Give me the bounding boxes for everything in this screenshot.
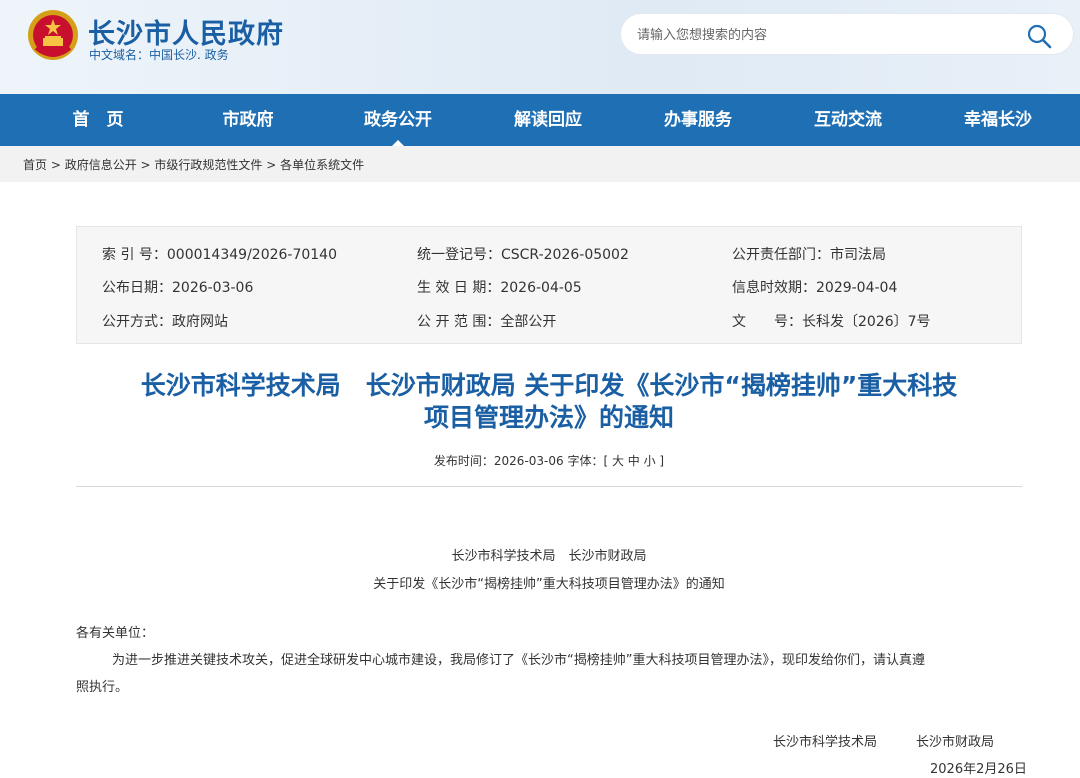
issuers-line: 长沙市科学技术局 长沙市财政局 — [451, 549, 647, 564]
subject-line: 关于印发《长沙市“揭榜挂帅”重大科技项目管理办法》的通知 — [373, 577, 725, 592]
breadcrumb-home[interactable]: 首页 — [23, 158, 47, 172]
signature-issuers: 长沙市科学技术局 长沙市财政局 — [773, 735, 995, 750]
meta-publish-date: 公布日期：2026-03-06 — [102, 280, 254, 296]
nav-item-services[interactable]: 办事服务 — [638, 94, 758, 146]
breadcrumb-normative-docs[interactable]: 市级行政规范性文件 — [154, 158, 262, 172]
document-title-line-2: 项目管理办法》的通知 — [423, 403, 674, 432]
breadcrumb-gov-info[interactable]: 政府信息公开 — [65, 158, 137, 172]
breadcrumb: 首页 > 政府信息公开 > 市级行政规范性文件 > 各单位系统文件 — [0, 146, 1080, 182]
title-divider — [76, 486, 1022, 487]
nav-item-interpretation[interactable]: 解读回应 — [488, 94, 608, 146]
meta-document-number: 文 号：长科发〔2026〕7号 — [732, 314, 931, 330]
nav-item-home[interactable]: 首 页 — [38, 94, 158, 146]
meta-index-number: 索 引 号：000014349/2026-70140 — [102, 247, 337, 263]
meta-effective-date: 生 效 日 期：2026-04-05 — [417, 280, 582, 296]
meta-unified-number: 统一登记号：CSCR-2026-05002 — [417, 247, 629, 263]
search-input[interactable] — [637, 24, 1017, 46]
document-title-line-1: 长沙市科学技术局 长沙市财政局 关于印发《长沙市“揭榜挂帅”重大科技 — [140, 371, 958, 400]
search-icon[interactable] — [1025, 22, 1053, 50]
site-header: 长沙市人民政府 中文域名：中国长沙. 政务 — [0, 0, 1080, 94]
national-emblem-icon[interactable] — [26, 8, 80, 62]
nav-item-happy-changsha[interactable]: 幸福长沙 — [938, 94, 1058, 146]
main-nav: 首 页 市政府 政务公开 解读回应 办事服务 互动交流 幸福长沙 — [0, 94, 1080, 146]
nav-item-interaction[interactable]: 互动交流 — [788, 94, 908, 146]
document-meta-box: 索 引 号：000014349/2026-70140 统一登记号：CSCR-20… — [76, 226, 1022, 344]
nav-item-city-government[interactable]: 市政府 — [188, 94, 308, 146]
domain-line: 中文域名：中国长沙. 政务 — [89, 48, 229, 62]
signature-date: 2026年2月26日 — [930, 762, 1027, 777]
breadcrumb-unit-docs[interactable]: 各单位系统文件 — [280, 158, 364, 172]
search-box — [620, 13, 1074, 55]
document-title: 长沙市科学技术局 长沙市财政局 关于印发《长沙市“揭榜挂帅”重大科技 项目管理办… — [76, 370, 1022, 434]
paragraph-line-1: 为进一步推进关键技术攻关，促进全球研发中心城市建设，我局修订了《长沙市“揭榜挂帅… — [112, 653, 925, 668]
breadcrumb-separator: > — [262, 158, 281, 172]
salutation: 各有关单位： — [76, 626, 155, 641]
meta-expire-date: 信息时效期：2029-04-04 — [732, 280, 898, 296]
nav-item-government-affairs[interactable]: 政务公开 — [338, 94, 458, 146]
breadcrumb-separator: > — [47, 158, 65, 172]
meta-open-method: 公开方式：政府网站 — [102, 314, 228, 330]
publish-info: 发布时间：2026-03-06 字体：[ 大 中 小 ] — [433, 454, 665, 468]
meta-department: 公开责任部门：市司法局 — [732, 247, 886, 263]
meta-open-scope: 公 开 范 围：全部公开 — [417, 314, 557, 330]
paragraph-line-2: 照执行。 — [76, 680, 129, 695]
breadcrumb-separator: > — [136, 158, 155, 172]
